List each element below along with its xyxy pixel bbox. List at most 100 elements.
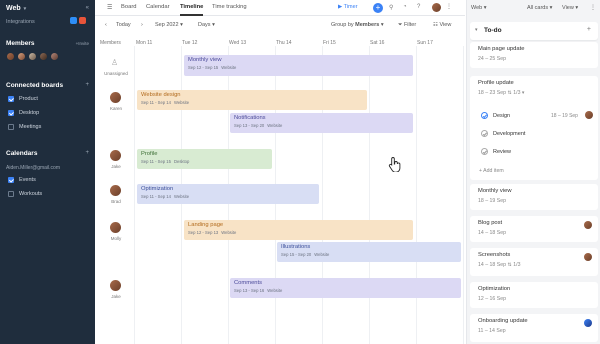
- search-icon[interactable]: ⚲: [389, 4, 393, 11]
- check-icon[interactable]: [481, 130, 488, 137]
- filter-button[interactable]: ⏷ Filter: [398, 22, 416, 29]
- chevron-down-icon: ▾: [380, 22, 384, 28]
- tab-timeline[interactable]: Timeline: [180, 4, 204, 16]
- prev-icon[interactable]: ‹: [105, 22, 107, 28]
- timeline-bar-illustrations[interactable]: Illustrations Sep 15 - Sep 20 Website: [277, 242, 461, 262]
- tab-calendar[interactable]: Calendar: [146, 4, 170, 10]
- integration-app-icon[interactable]: [70, 17, 77, 24]
- cards-filter-label: All cards: [527, 5, 549, 11]
- bar-tag: Website: [314, 251, 330, 257]
- card-blog-post[interactable]: Blog post 14 – 18 Sep: [470, 216, 598, 242]
- integration-app-icon[interactable]: [79, 17, 86, 24]
- scale-select[interactable]: Days ▾: [198, 22, 215, 28]
- avatar[interactable]: [39, 52, 48, 61]
- checkbox[interactable]: [8, 124, 14, 130]
- checkbox[interactable]: [8, 191, 14, 197]
- today-button[interactable]: Today: [116, 22, 131, 28]
- card-dates: 18 – 19 Sep: [478, 198, 506, 204]
- month-picker[interactable]: Sep 2022 ▾: [155, 22, 183, 28]
- check-icon[interactable]: [481, 148, 488, 155]
- add-item-button[interactable]: + Add item: [479, 168, 504, 174]
- bar-tag: Website: [221, 64, 237, 70]
- avatar[interactable]: [50, 52, 59, 61]
- card-optimization[interactable]: Optimization 12 – 16 Sep: [470, 282, 598, 308]
- cards-filter-select[interactable]: All cards ▾: [527, 5, 552, 11]
- board-item-product[interactable]: Product: [8, 96, 38, 102]
- card-profile-update[interactable]: Profile update 18 – 23 Sep ⇅ 1/3 ▾: [470, 76, 598, 180]
- calendar-item-events[interactable]: Events: [8, 177, 36, 183]
- avatar[interactable]: [17, 52, 26, 61]
- hand-cursor-icon: [388, 157, 401, 172]
- tab-board[interactable]: Board: [121, 4, 136, 10]
- menu-icon[interactable]: ☰: [107, 4, 112, 11]
- board-label: Desktop: [19, 110, 40, 116]
- checkbox[interactable]: [8, 96, 14, 102]
- help-icon[interactable]: ?: [417, 4, 420, 10]
- timeline-bar-optimization[interactable]: Optimization Sep 11 - Sep 14 Website: [137, 184, 319, 204]
- bar-tag: Website: [173, 99, 190, 105]
- add-card-icon[interactable]: +: [587, 26, 591, 33]
- timeline-bar-comments[interactable]: Comments Sep 13 - Sep 16 Website: [230, 278, 461, 298]
- notifications-icon[interactable]: ◔: [403, 4, 407, 10]
- card-dates-progress: 14 – 18 Sep ⇅ 1/3: [478, 262, 520, 268]
- bar-dates: Sep 11 - Sep 14: [141, 99, 171, 105]
- timeline-bar-website-design[interactable]: Website design Sep 11 - Sep 14 Website: [137, 90, 367, 110]
- checkbox[interactable]: [8, 177, 14, 183]
- bar-title: Website design: [141, 92, 181, 98]
- card-title: Monthly view: [478, 188, 512, 194]
- timer-button[interactable]: ▶ Timer: [338, 4, 358, 10]
- row-member-name: Karen: [109, 106, 122, 111]
- subtask-development[interactable]: Development: [481, 130, 525, 137]
- avatar: [585, 111, 593, 119]
- group-by-select[interactable]: Group by Members ▾: [331, 22, 384, 28]
- check-icon[interactable]: [481, 112, 488, 119]
- timeline-bar-profile[interactable]: Profile Sep 11 - Sep 15 Desktop: [137, 149, 272, 169]
- card-screenshots[interactable]: Screenshots 14 – 18 Sep ⇅ 1/3: [470, 248, 598, 276]
- timeline-toolbar: ‹ Today › Sep 2022 ▾ Days ▾ Group by Mem…: [95, 17, 465, 35]
- workspace-switcher[interactable]: Web ▾: [6, 5, 26, 12]
- collapse-sidebar-icon[interactable]: «: [86, 5, 89, 11]
- tab-time-tracking[interactable]: Time tracking: [212, 4, 247, 10]
- invite-button[interactable]: +Invite: [76, 41, 89, 46]
- more-icon[interactable]: ⋮: [590, 4, 596, 11]
- subtask-review[interactable]: Review: [481, 148, 511, 155]
- sidebar: Web ▾ « Integrations Members +Invite Conn…: [0, 0, 95, 344]
- add-board-icon[interactable]: +: [85, 82, 89, 88]
- chevron-down-icon: ▾: [549, 5, 553, 11]
- checkbox[interactable]: [8, 110, 14, 116]
- card-onboarding-update[interactable]: Onboarding update 11 – 14 Sep: [470, 314, 598, 342]
- bar-meta: Sep 12 - Sep 13 Website: [188, 230, 409, 235]
- integrations-label[interactable]: Integrations: [6, 19, 35, 25]
- integration-icons[interactable]: [68, 17, 86, 26]
- timeline-bar-monthly-view[interactable]: Monthly view Sep 12 - Sep 15 Website: [184, 55, 413, 76]
- calendar-item-workouts[interactable]: Workouts: [8, 191, 42, 197]
- unassigned-icon: ♙: [111, 58, 119, 67]
- board-item-meetings[interactable]: Meetings: [8, 124, 41, 130]
- card-dates: 14 – 18 Sep: [478, 262, 506, 268]
- add-button[interactable]: +: [373, 3, 383, 13]
- more-icon[interactable]: ⋮: [446, 3, 452, 10]
- add-calendar-icon[interactable]: +: [85, 150, 89, 156]
- card-monthly-view[interactable]: Monthly view 18 – 19 Sep: [470, 184, 598, 210]
- chevron-down-icon[interactable]: ▾: [475, 27, 478, 33]
- bar-meta: Sep 13 - Sep 16 Website: [234, 288, 457, 293]
- avatar[interactable]: [28, 52, 37, 61]
- bar-tag: Website: [221, 229, 237, 235]
- next-icon[interactable]: ›: [141, 22, 143, 28]
- bar-dates: Sep 13 - Sep 16: [234, 287, 265, 293]
- timeline-bar-landing-page[interactable]: Landing page Sep 12 - Sep 13 Website: [184, 220, 413, 240]
- panel-workspace-select[interactable]: Web ▾: [471, 5, 487, 11]
- todo-column-header[interactable]: ▾ To-do +: [470, 22, 598, 40]
- card-main-page-update[interactable]: Main page update 24 – 25 Sep: [470, 42, 598, 68]
- view-button[interactable]: ☷ View: [433, 22, 451, 28]
- timeline-bar-notifications[interactable]: Notifications Sep 13 - Sep 20 Website: [230, 113, 413, 133]
- board-item-desktop[interactable]: Desktop: [8, 110, 39, 116]
- avatar[interactable]: [6, 52, 15, 61]
- avatar[interactable]: [432, 3, 441, 12]
- card-dates: 12 – 16 Sep: [478, 296, 506, 302]
- subtask-design[interactable]: Design: [481, 112, 510, 119]
- bar-title: Comments: [234, 280, 263, 286]
- avatar: [110, 150, 121, 161]
- calendar-label: Events: [19, 177, 36, 183]
- panel-view-select[interactable]: View ▾: [562, 5, 578, 11]
